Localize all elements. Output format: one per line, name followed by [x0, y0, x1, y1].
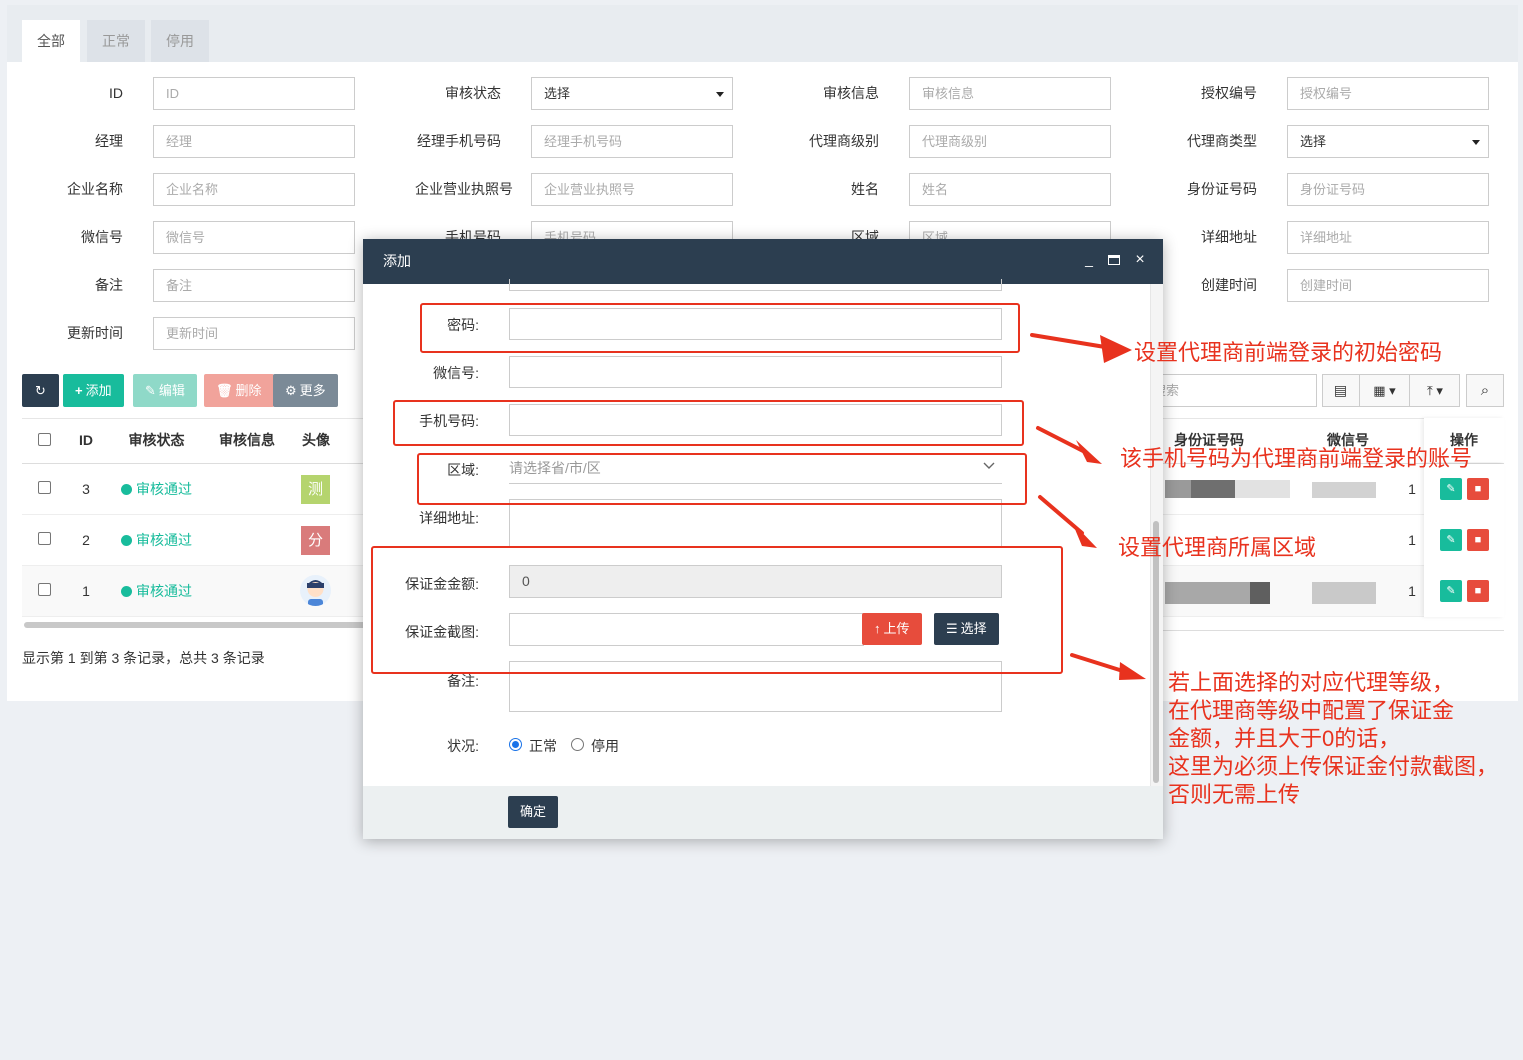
annotation-region: 设置代理商所属区域 [1118, 535, 1317, 560]
annotation-deposit-line-2: 在代理商等级中配置了保证金 [1168, 698, 1455, 723]
annotation-deposit-line-5: 否则无需上传 [1168, 782, 1301, 807]
annotation-deposit-line-4: 这里为必须上传保证金付款截图， [1168, 754, 1499, 779]
annotation-phone: 该手机号码为代理商前端登录的账号 [1120, 446, 1473, 471]
annotation-deposit-line-1: 若上面选择的对应代理等级， [1168, 670, 1455, 695]
annotation-arrows [1030, 333, 1146, 680]
annotation-password: 设置代理商前端登录的初始密码 [1134, 340, 1443, 365]
annotation-deposit-line-3: 金额，并且大于0的话， [1168, 726, 1401, 751]
